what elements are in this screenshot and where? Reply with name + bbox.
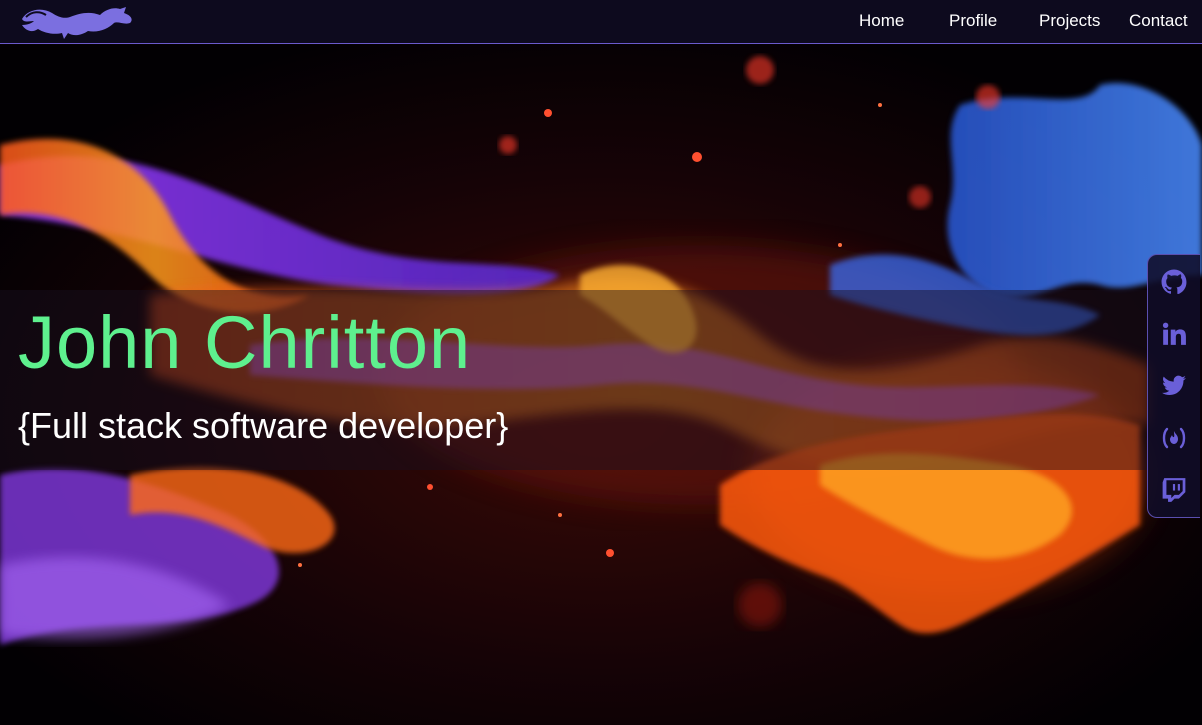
freecodecamp-icon[interactable]	[1161, 425, 1187, 451]
page: Home Profile Projects Contact John Chrit…	[0, 0, 1202, 725]
nav-link-contact[interactable]: Contact	[1129, 11, 1188, 31]
twitch-icon[interactable]	[1161, 477, 1187, 503]
social-sidebar	[1147, 254, 1200, 518]
hero-subtitle: {Full stack software developer}	[18, 405, 509, 446]
twitter-icon[interactable]	[1161, 373, 1187, 399]
hero-name: John Chritton	[18, 301, 472, 384]
nav-link-profile[interactable]: Profile	[949, 11, 997, 31]
navbar: Home Profile Projects Contact	[0, 0, 1202, 44]
nav-link-home[interactable]: Home	[859, 11, 904, 31]
nav-link-projects[interactable]: Projects	[1039, 11, 1100, 31]
github-icon[interactable]	[1161, 269, 1187, 295]
dragon-logo-icon[interactable]	[18, 3, 138, 41]
linkedin-icon[interactable]	[1161, 321, 1187, 347]
